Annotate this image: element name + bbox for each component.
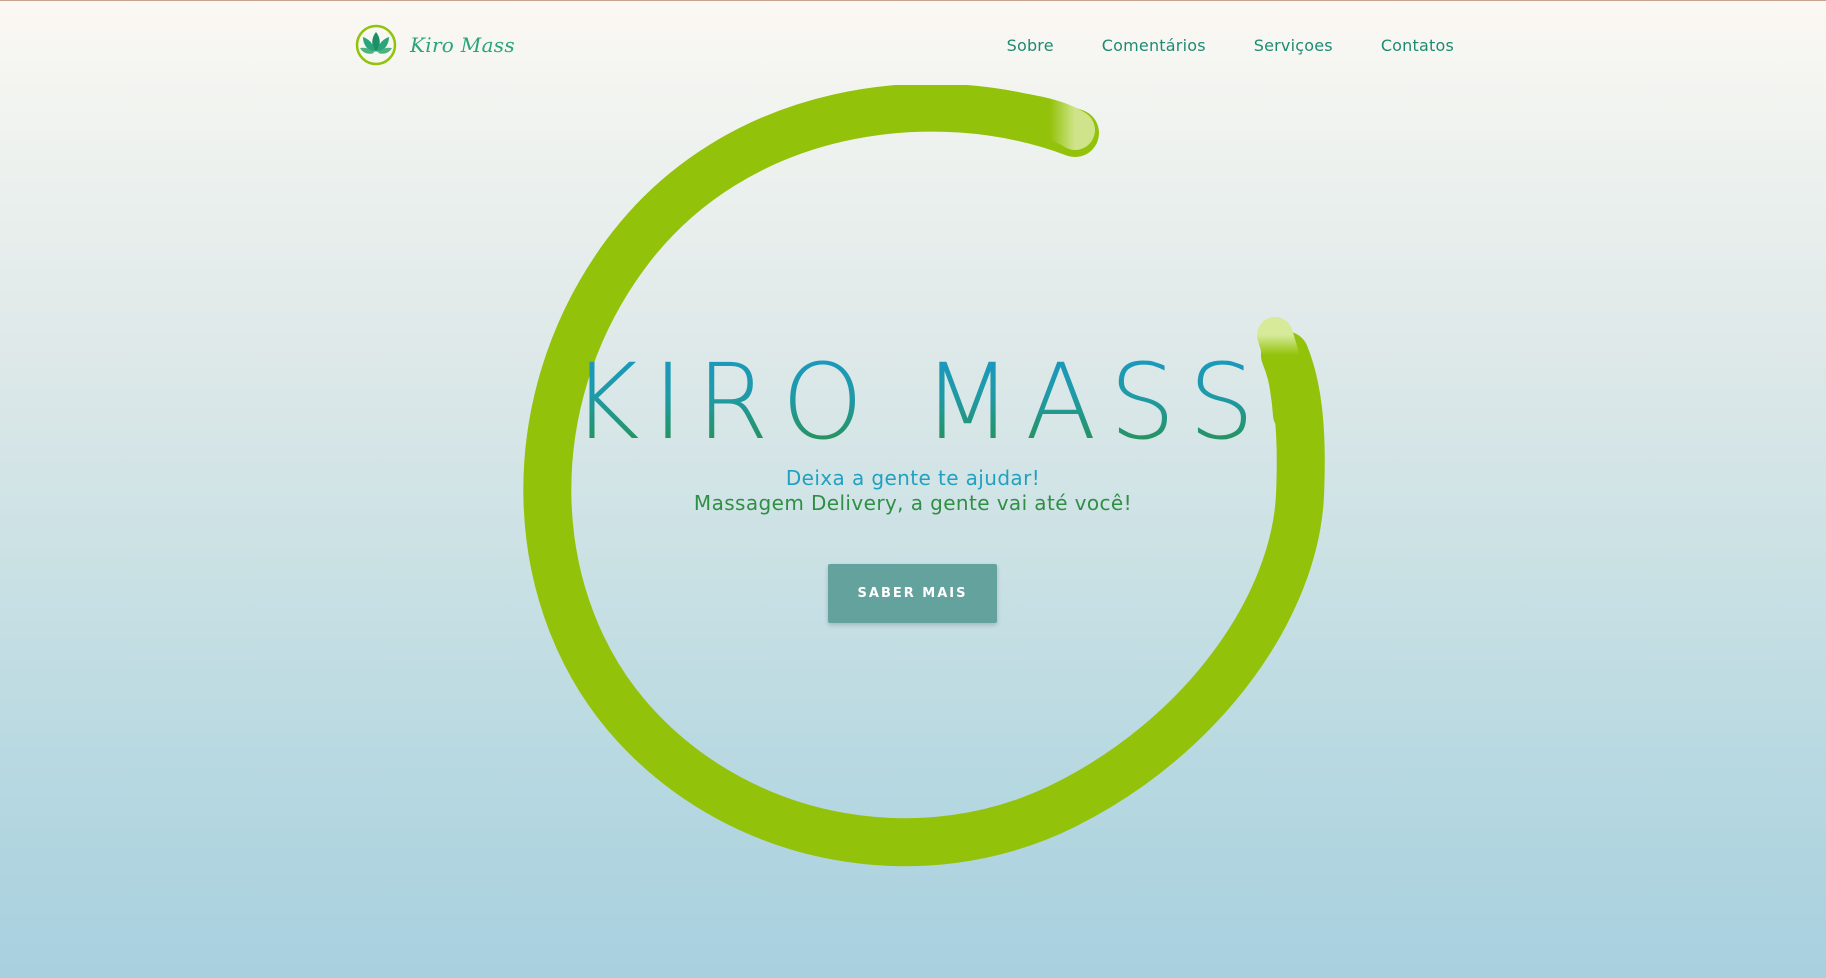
brand-logo[interactable]: Kiro Mass [354,22,515,68]
main-nav: Sobre Comentários Serviçoes Contatos [959,22,1454,68]
hero-tagline: Deixa a gente te ajudar! Massagem Delive… [0,466,1826,516]
brand-name: Kiro Mass [410,33,515,57]
tagline-line-1: Deixa a gente te ajudar! [785,466,1041,490]
hero-title: KIRO MASS [0,342,1826,462]
nav-link-servicos[interactable]: Serviçoes [1254,36,1333,55]
nav-link-contatos[interactable]: Contatos [1381,36,1454,55]
tagline-line-2: Massagem Delivery, a gente vai até você! [693,491,1133,515]
site-header: Kiro Mass Sobre Comentários Serviçoes Co… [354,22,1454,68]
nav-link-sobre[interactable]: Sobre [1007,36,1054,55]
nav-link-comentarios[interactable]: Comentários [1102,36,1206,55]
lotus-icon [355,24,397,66]
top-border-line [0,0,1826,1]
saber-mais-button[interactable]: SABER MAIS [828,564,997,623]
